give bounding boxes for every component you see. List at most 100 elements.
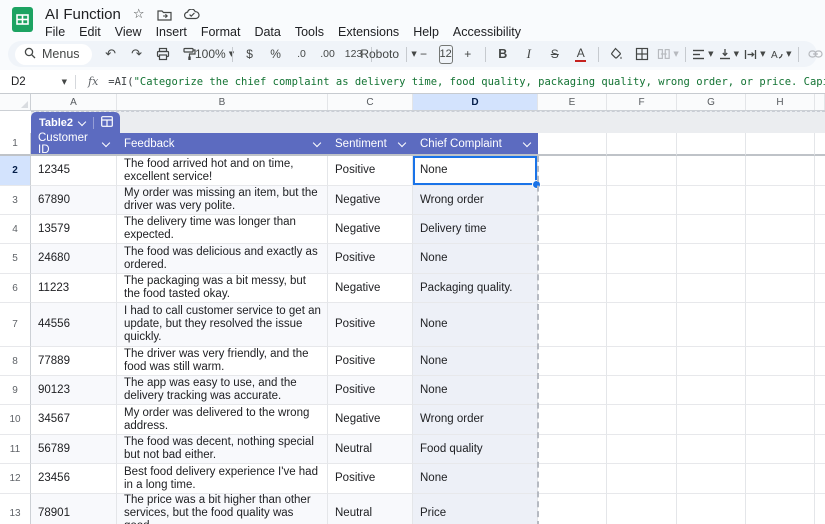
empty-cell[interactable] bbox=[538, 347, 607, 376]
empty-cell[interactable] bbox=[538, 274, 607, 303]
empty-cell[interactable] bbox=[677, 405, 746, 435]
empty-cell[interactable] bbox=[607, 133, 677, 156]
table-grid-icon[interactable] bbox=[101, 114, 113, 132]
menu-format[interactable]: Format bbox=[194, 24, 248, 40]
empty-cell[interactable] bbox=[538, 494, 607, 524]
undo-button[interactable]: ↶ bbox=[98, 43, 124, 65]
empty-cell[interactable] bbox=[677, 215, 746, 244]
empty-cell[interactable] bbox=[746, 215, 815, 244]
empty-cell[interactable] bbox=[538, 156, 607, 186]
empty-cell[interactable] bbox=[538, 405, 607, 435]
empty-cell[interactable] bbox=[538, 435, 607, 464]
empty-cell[interactable] bbox=[607, 186, 677, 215]
column-header-d[interactable]: D bbox=[413, 94, 538, 110]
cloud-saved-icon[interactable] bbox=[184, 9, 200, 20]
empty-cell[interactable] bbox=[538, 303, 607, 347]
empty-cell[interactable] bbox=[607, 215, 677, 244]
cell-c5[interactable]: Positive bbox=[328, 244, 413, 274]
cell-b3[interactable]: My order was missing an item, but the dr… bbox=[117, 186, 328, 215]
row-number[interactable]: 3 bbox=[0, 186, 31, 215]
filter-chevron-icon[interactable] bbox=[398, 138, 406, 146]
menu-accessibility[interactable]: Accessibility bbox=[446, 24, 528, 40]
menu-help[interactable]: Help bbox=[406, 24, 446, 40]
print-button[interactable] bbox=[150, 43, 176, 65]
text-rotation-button[interactable]: A▼ bbox=[768, 43, 794, 65]
row-number[interactable]: 8 bbox=[0, 347, 31, 376]
cell-c12[interactable]: Positive bbox=[328, 464, 413, 494]
font-size-input[interactable]: 12 bbox=[439, 45, 453, 64]
empty-cell[interactable] bbox=[607, 376, 677, 405]
decrease-font-size-button[interactable]: − bbox=[411, 43, 437, 65]
cell-b11[interactable]: The food was decent, nothing special but… bbox=[117, 435, 328, 464]
cell-d3[interactable]: Wrong order bbox=[413, 186, 538, 215]
formula-input[interactable]: =AI("Categorize the chief complaint as d… bbox=[108, 76, 825, 88]
empty-cell[interactable] bbox=[677, 494, 746, 524]
cell-d8[interactable]: None bbox=[413, 347, 538, 376]
empty-cell[interactable] bbox=[746, 347, 815, 376]
empty-cell[interactable] bbox=[677, 376, 746, 405]
column-header-g[interactable]: G bbox=[677, 94, 746, 110]
empty-cell[interactable] bbox=[538, 215, 607, 244]
empty-cell[interactable] bbox=[677, 303, 746, 347]
cell-c8[interactable]: Positive bbox=[328, 347, 413, 376]
cell-c6[interactable]: Negative bbox=[328, 274, 413, 303]
cell-d9[interactable]: None bbox=[413, 376, 538, 405]
empty-cell[interactable] bbox=[677, 186, 746, 215]
fill-handle[interactable] bbox=[532, 180, 541, 189]
cell-c10[interactable]: Negative bbox=[328, 405, 413, 435]
increase-font-size-button[interactable]: + bbox=[455, 43, 481, 65]
format-percent-button[interactable]: % bbox=[263, 43, 289, 65]
empty-cell[interactable] bbox=[607, 244, 677, 274]
fill-color-button[interactable] bbox=[603, 43, 629, 65]
menu-edit[interactable]: Edit bbox=[72, 24, 108, 40]
row-number[interactable]: 13 bbox=[0, 494, 31, 524]
borders-button[interactable] bbox=[629, 43, 655, 65]
cell-d11[interactable]: Food quality bbox=[413, 435, 538, 464]
menu-tools[interactable]: Tools bbox=[288, 24, 331, 40]
format-currency-button[interactable]: $ bbox=[237, 43, 263, 65]
menu-data[interactable]: Data bbox=[247, 24, 287, 40]
cell-d4[interactable]: Delivery time bbox=[413, 215, 538, 244]
cell-a6[interactable]: 11223 bbox=[31, 274, 117, 303]
empty-cell[interactable] bbox=[538, 186, 607, 215]
filter-chevron-icon[interactable] bbox=[313, 138, 321, 146]
cell-a10[interactable]: 34567 bbox=[31, 405, 117, 435]
table-header-customer-id[interactable]: Customer ID bbox=[31, 133, 117, 156]
empty-cell[interactable] bbox=[607, 156, 677, 186]
cell-d6[interactable]: Packaging quality. bbox=[413, 274, 538, 303]
empty-cell[interactable] bbox=[746, 156, 815, 186]
horizontal-align-button[interactable]: ▼ bbox=[690, 43, 716, 65]
cell-b12[interactable]: Best food delivery experience I've had i… bbox=[117, 464, 328, 494]
bold-button[interactable]: B bbox=[490, 43, 516, 65]
name-box[interactable]: D2 ▼ bbox=[0, 76, 67, 88]
empty-cell[interactable] bbox=[746, 376, 815, 405]
empty-cell[interactable] bbox=[607, 405, 677, 435]
insert-link-button[interactable] bbox=[803, 43, 825, 65]
table-header-chief-complaint[interactable]: Chief Complaint bbox=[413, 133, 538, 156]
empty-cell[interactable] bbox=[746, 494, 815, 524]
cell-b4[interactable]: The delivery time was longer than expect… bbox=[117, 215, 328, 244]
cell-c13[interactable]: Neutral bbox=[328, 494, 413, 524]
table-header-feedback[interactable]: Feedback bbox=[117, 133, 328, 156]
cell-b8[interactable]: The driver was very friendly, and the fo… bbox=[117, 347, 328, 376]
empty-cell[interactable] bbox=[746, 405, 815, 435]
empty-cell[interactable] bbox=[677, 156, 746, 186]
menu-file[interactable]: File bbox=[38, 24, 72, 40]
cell-a2[interactable]: 12345 bbox=[31, 156, 117, 186]
menu-insert[interactable]: Insert bbox=[149, 24, 194, 40]
empty-cell[interactable] bbox=[677, 244, 746, 274]
text-wrap-button[interactable]: ▼ bbox=[742, 43, 768, 65]
strikethrough-button[interactable]: S bbox=[542, 43, 568, 65]
namebox-dropdown-icon[interactable]: ▼ bbox=[62, 78, 67, 86]
empty-cell[interactable] bbox=[746, 133, 815, 156]
cell-a5[interactable]: 24680 bbox=[31, 244, 117, 274]
select-all-corner[interactable] bbox=[0, 94, 31, 110]
row-number[interactable]: 6 bbox=[0, 274, 31, 303]
empty-cell[interactable] bbox=[538, 376, 607, 405]
cell-d13[interactable]: Price bbox=[413, 494, 538, 524]
row-number[interactable]: 2 bbox=[0, 156, 31, 186]
cell-a4[interactable]: 13579 bbox=[31, 215, 117, 244]
column-header-a[interactable]: A bbox=[31, 94, 117, 110]
cell-b13[interactable]: The price was a bit higher than other se… bbox=[117, 494, 328, 524]
cell-a11[interactable]: 56789 bbox=[31, 435, 117, 464]
